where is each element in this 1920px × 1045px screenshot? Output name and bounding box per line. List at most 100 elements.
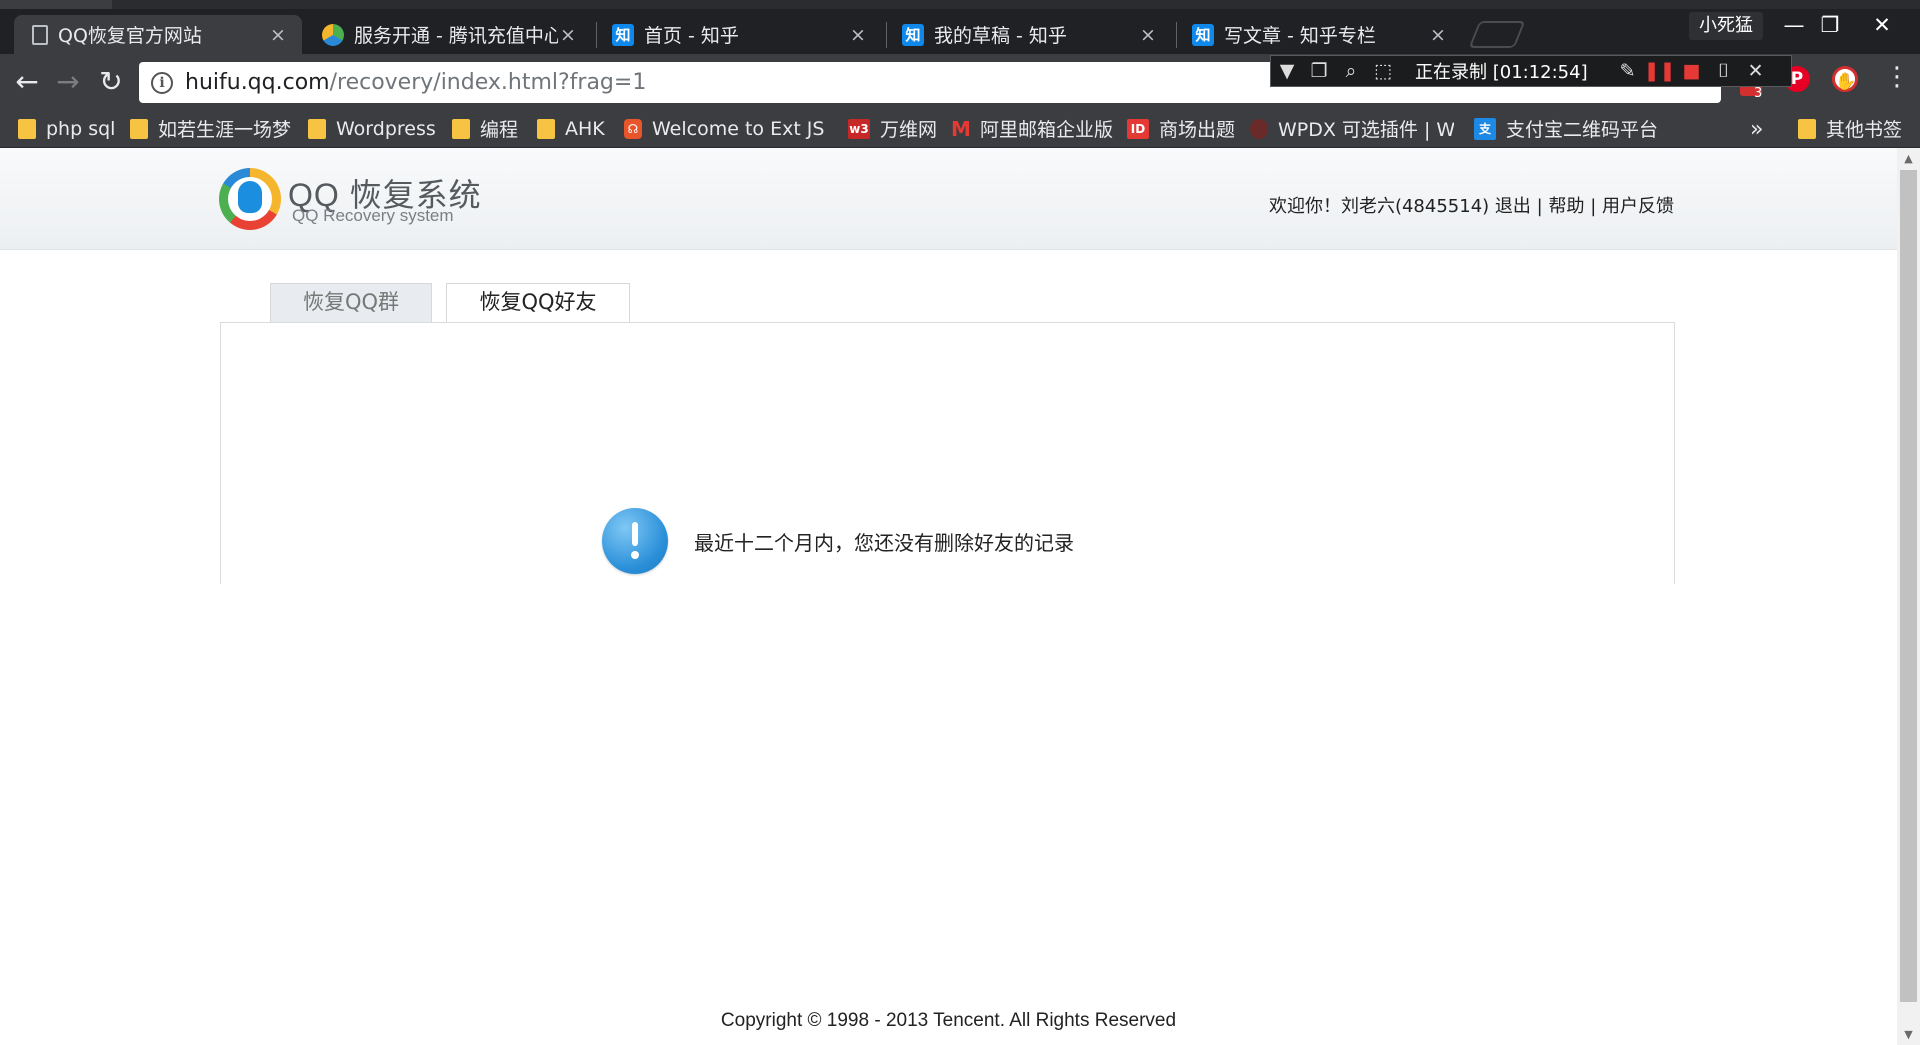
user-bar: 欢迎你！刘老六(4845514) 退出 | 帮助 | 用户反馈: [1269, 192, 1674, 218]
bookmark-ahk[interactable]: AHK: [537, 113, 605, 144]
logout-link[interactable]: 退出: [1495, 196, 1531, 217]
info-icon[interactable]: i: [151, 71, 173, 94]
tabstrip-accent: [0, 0, 112, 9]
bookmark-wordpress[interactable]: Wordpress: [308, 113, 436, 144]
bookmark-label: AHK: [565, 117, 605, 140]
id-icon: ID: [1127, 118, 1149, 139]
bookmark-label: 阿里邮箱企业版: [980, 119, 1114, 141]
minimize-icon[interactable]: —: [1776, 10, 1812, 40]
tab-close-icon[interactable]: ×: [558, 24, 578, 46]
tab-close-icon[interactable]: ×: [1138, 24, 1158, 46]
exclamation-icon: [602, 508, 668, 574]
separator: |: [1590, 196, 1597, 217]
bookmark-programming[interactable]: 编程: [452, 113, 518, 144]
mail-icon: M: [951, 116, 971, 141]
adblock-hand-icon[interactable]: ✋: [1832, 66, 1858, 92]
logo-subtitle: QQ Recovery system: [292, 206, 454, 225]
tab-title: 我的草稿 - 知乎: [934, 25, 1067, 47]
tab-close-icon[interactable]: ×: [848, 24, 868, 46]
tab-close-icon[interactable]: ×: [1428, 24, 1448, 46]
url-path: /recovery/index.html?frag=1: [329, 70, 647, 95]
tab-zhihu-write[interactable]: 知 写文章 - 知乎专栏 ×: [1174, 15, 1462, 54]
bookmark-label: 万维网: [880, 119, 938, 141]
bookmark-ali-mail[interactable]: M 阿里邮箱企业版: [951, 113, 1114, 144]
scroll-up-icon[interactable]: ▲: [1897, 152, 1920, 165]
bookmark-other[interactable]: 其他书签: [1798, 113, 1902, 144]
footer-copyright: Copyright © 1998 - 2013 Tencent. All Rig…: [720, 1010, 1177, 1031]
restore-icon[interactable]: ❐: [1812, 10, 1848, 40]
dropdown-icon[interactable]: ▼: [1271, 60, 1303, 82]
bookmark-label: Welcome to Ext JS 4: [652, 117, 828, 140]
tab-qq-recovery[interactable]: QQ恢复官方网站 ×: [14, 15, 302, 54]
bookmark-folder-dream[interactable]: 如若生涯一场梦: [130, 113, 291, 144]
bookmark-label: 支付宝二维码平台: [1506, 119, 1659, 141]
alipay-icon: 支: [1474, 117, 1496, 140]
folder-icon: [18, 118, 36, 139]
bookmark-extjs[interactable]: ☊ Welcome to Ext JS 4: [624, 113, 828, 144]
help-link[interactable]: 帮助: [1548, 196, 1584, 217]
tab-recover-group[interactable]: 恢复QQ群: [270, 283, 432, 322]
tabstrip-topline: [0, 0, 1920, 9]
pen-icon[interactable]: ✎: [1612, 60, 1644, 82]
bookmark-alipay[interactable]: 支支付宝二维码平台: [1474, 113, 1658, 144]
qq-recovery-logo-icon[interactable]: [219, 168, 281, 230]
tab-zhihu-drafts[interactable]: 知 我的草稿 - 知乎 ×: [884, 15, 1172, 54]
forward-icon[interactable]: →: [50, 64, 86, 100]
page-icon: [32, 24, 48, 45]
bookmark-label: php sql: [46, 117, 116, 140]
tab-title: 首页 - 知乎: [644, 25, 739, 47]
folder-icon: [130, 118, 148, 139]
bookmark-php-sql[interactable]: php sql: [18, 113, 115, 144]
tab-recover-friend[interactable]: 恢复QQ好友: [446, 283, 630, 323]
folder-icon: [452, 118, 470, 139]
scrollbar-thumb[interactable]: [1900, 170, 1917, 1002]
site-header: QQ 恢复系统 QQ Recovery system 欢迎你！刘老六(48455…: [0, 148, 1897, 250]
bookmark-label: 商场出题: [1159, 119, 1236, 141]
close-window-icon[interactable]: ✕: [1864, 10, 1900, 40]
pause-icon[interactable]: ❚❚: [1644, 60, 1676, 82]
folder-icon: [1798, 118, 1816, 139]
bookmark-label: Wordpress: [336, 117, 436, 140]
bookmark-wpdx[interactable]: WPDX 可选插件 | Wo: [1250, 113, 1454, 144]
bookmark-label: 如若生涯一场梦: [158, 119, 292, 141]
region-icon[interactable]: ⬚: [1367, 60, 1399, 82]
browser-menu-icon[interactable]: ⋮: [1884, 62, 1910, 92]
zoom-icon[interactable]: ⌕: [1335, 60, 1367, 82]
welcome-text: 欢迎你！刘老六(4845514): [1268, 196, 1490, 217]
page-scrollbar[interactable]: ▲ ▼: [1897, 148, 1920, 1045]
tab-zhihu-home[interactable]: 知 首页 - 知乎 ×: [594, 15, 882, 54]
screen-recorder-bar: ▼ ❐ ⌕ ⬚ 正在录制 [01:12:54] ✎ ❚❚ ■ ⌷ ✕: [1270, 55, 1792, 87]
bookmarks-overflow-icon[interactable]: »: [1750, 111, 1763, 148]
zhihu-icon: 知: [902, 23, 924, 46]
tab-close-icon[interactable]: ×: [268, 24, 288, 46]
wpdx-icon: [1250, 118, 1268, 139]
separator: |: [1536, 196, 1543, 217]
bookmark-w3[interactable]: w3 万维网: [848, 113, 937, 144]
tab-title: 写文章 - 知乎专栏: [1224, 25, 1376, 47]
penguin-icon: [238, 181, 262, 213]
bookmark-label: 编程: [480, 119, 519, 141]
close-icon[interactable]: ✕: [1740, 60, 1772, 82]
window-icon[interactable]: ❐: [1303, 60, 1335, 82]
bookmark-label: WPDX 可选插件 | Wo: [1278, 119, 1454, 141]
feedback-link[interactable]: 用户反馈: [1602, 196, 1674, 217]
tab-tencent-recharge[interactable]: 服务开通 - 腾讯充值中心 ×: [304, 15, 592, 54]
stop-icon[interactable]: ■: [1676, 60, 1708, 82]
w3-icon: w3: [848, 118, 870, 139]
bookmarks-bar: php sql 如若生涯一场梦 Wordpress 编程 AHK ☊ Welcom…: [0, 111, 1920, 148]
notice-message: 最近十二个月内，您还没有删除好友的记录: [602, 508, 1074, 574]
profile-name[interactable]: 小死猛: [1689, 12, 1763, 40]
folder-icon: [537, 118, 555, 139]
zhihu-icon: 知: [1192, 23, 1214, 46]
camera-icon[interactable]: ⌷: [1708, 60, 1740, 82]
bookmark-mall-quiz[interactable]: ID 商场出题: [1127, 113, 1235, 144]
new-tab-button[interactable]: [1468, 21, 1526, 48]
back-icon[interactable]: ←: [9, 64, 45, 100]
extension-badge: 3: [1754, 86, 1763, 101]
url-host: huifu.qq.com: [185, 70, 330, 95]
scroll-down-icon[interactable]: ▼: [1897, 1028, 1920, 1041]
tencent-recharge-icon: [322, 23, 344, 46]
bookmark-label: 其他书签: [1826, 119, 1903, 141]
reload-icon[interactable]: ↻: [93, 64, 129, 100]
zhihu-icon: 知: [612, 23, 634, 46]
